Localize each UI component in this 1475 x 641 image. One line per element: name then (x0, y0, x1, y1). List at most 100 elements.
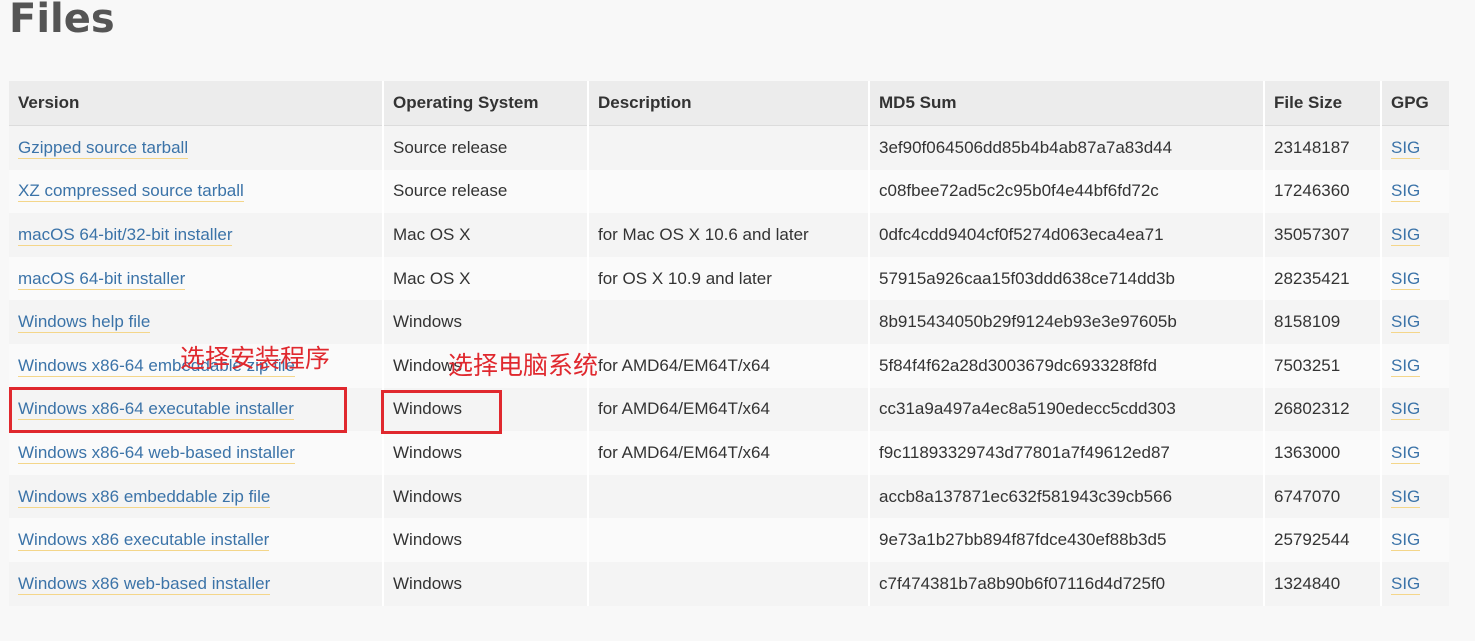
gpg-sig-link[interactable]: SIG (1391, 486, 1421, 508)
table-row: Gzipped source tarball Source release 3ef9… (9, 125, 1449, 170)
column-header-gpg: GPG (1381, 81, 1449, 126)
version-cell: Windows x86-64 web-based installer (9, 431, 384, 475)
file-size-cell: 7503251 (1264, 343, 1382, 388)
annotation-box-os (381, 390, 502, 434)
table-row: Windows help file Windows 8b915434050b29f9… (9, 300, 1449, 344)
description-cell: for Mac OS X 10.6 and later (588, 213, 870, 257)
description-cell (588, 169, 870, 214)
version-link[interactable]: Windows x86-64 web-based installer (18, 442, 295, 464)
version-link[interactable]: Gzipped source tarball (18, 137, 189, 159)
table-row: macOS 64-bit/32-bit installer Mac OS Xfor… (9, 213, 1449, 257)
annotation-label-os: 选择电脑系统 (448, 351, 599, 380)
version-cell: Windows x86 executable installer (9, 518, 384, 562)
os-cell: Source release (383, 169, 589, 214)
file-size-cell: 23148187 (1264, 125, 1382, 170)
os-cell: Windows (383, 518, 589, 562)
description-cell: for OS X 10.9 and later (588, 256, 870, 301)
file-size-cell: 26802312 (1264, 387, 1382, 432)
page-title: Files (9, 0, 115, 42)
md5-cell: 0dfc4cdd9404cf0f5274d063eca4ea71 (869, 213, 1265, 257)
md5-cell: c08fbee72ad5c2c95b0f4e44bf6fd72c (869, 169, 1265, 214)
file-size-cell: 1363000 (1264, 431, 1382, 475)
version-link[interactable]: XZ compressed source tarball (18, 181, 244, 203)
md5-cell: cc31a9a497a4ec8a5190edecc5cdd303 (869, 387, 1265, 432)
version-link[interactable]: Windows x86 executable installer (18, 530, 270, 552)
gpg-cell: SIG (1381, 387, 1449, 432)
gpg-sig-link[interactable]: SIG (1391, 573, 1421, 595)
os-cell: Source release (383, 125, 589, 170)
md5-cell: 57915a926caa15f03ddd638ce714dd3b (869, 256, 1265, 301)
description-cell: for AMD64/EM64T/x64 (588, 387, 870, 432)
gpg-cell: SIG (1381, 300, 1449, 344)
md5-cell: f9c11893329743d77801a7f49612ed87 (869, 431, 1265, 475)
column-header-size: File Size (1264, 81, 1382, 126)
column-header-description: Description (588, 81, 870, 126)
version-link[interactable]: Windows x86 web-based installer (18, 573, 271, 595)
file-size-cell: 8158109 (1264, 300, 1382, 344)
file-size-cell: 28235421 (1264, 256, 1382, 301)
file-size-cell: 35057307 (1264, 213, 1382, 257)
os-cell: Windows (383, 300, 589, 344)
gpg-cell: SIG (1381, 474, 1449, 519)
column-header-os: Operating System (383, 81, 589, 126)
gpg-cell: SIG (1381, 518, 1449, 562)
files-table-header: Version Operating System Description MD5… (9, 81, 1449, 126)
table-row: macOS 64-bit installer Mac OS Xfor OS X 1… (9, 256, 1449, 301)
description-cell (588, 474, 870, 519)
version-link[interactable]: Windows x86 embeddable zip file (18, 486, 271, 508)
gpg-sig-link[interactable]: SIG (1391, 399, 1421, 421)
file-size-cell: 17246360 (1264, 169, 1382, 214)
description-cell (588, 300, 870, 344)
gpg-sig-link[interactable]: SIG (1391, 355, 1421, 377)
version-link[interactable]: macOS 64-bit installer (18, 268, 186, 290)
table-row: XZ compressed source tarball Source relea… (9, 169, 1449, 214)
gpg-cell: SIG (1381, 561, 1449, 606)
table-row: Windows x86 embeddable zip file Windows ac… (9, 474, 1449, 519)
gpg-sig-link[interactable]: SIG (1391, 530, 1421, 552)
downloads-page: Files Version Operating System Descripti… (0, 0, 1475, 641)
file-size-cell: 6747070 (1264, 474, 1382, 519)
annotation-label-installer: 选择安装程序 (180, 344, 331, 373)
version-link[interactable]: Windows help file (18, 312, 151, 334)
md5-cell: 3ef90f064506dd85b4b4ab87a7a83d44 (869, 125, 1265, 170)
version-cell: Windows help file (9, 300, 384, 344)
description-cell (588, 125, 870, 170)
gpg-sig-link[interactable]: SIG (1391, 181, 1421, 203)
file-size-cell: 1324840 (1264, 561, 1382, 606)
column-header-version: Version (9, 81, 384, 126)
gpg-sig-link[interactable]: SIG (1391, 312, 1421, 334)
version-link[interactable]: macOS 64-bit/32-bit installer (18, 224, 233, 246)
description-cell (588, 561, 870, 606)
os-cell: Windows (383, 561, 589, 606)
md5-cell: c7f474381b7a8b90b6f07116d4d725f0 (869, 561, 1265, 606)
gpg-sig-link[interactable]: SIG (1391, 137, 1421, 159)
os-cell: Mac OS X (383, 256, 589, 301)
gpg-sig-link[interactable]: SIG (1391, 442, 1421, 464)
file-size-cell: 25792544 (1264, 518, 1382, 562)
md5-cell: 5f84f4f62a28d3003679dc693328f8fd (869, 343, 1265, 388)
description-cell: for AMD64/EM64T/x64 (588, 431, 870, 475)
gpg-cell: SIG (1381, 169, 1449, 214)
md5-cell: 9e73a1b27bb894f87fdce430ef88b3d5 (869, 518, 1265, 562)
version-cell: Gzipped source tarball (9, 125, 384, 170)
version-cell: Windows x86 web-based installer (9, 561, 384, 606)
gpg-sig-link[interactable]: SIG (1391, 268, 1421, 290)
description-cell: for AMD64/EM64T/x64 (588, 343, 870, 388)
md5-cell: 8b915434050b29f9124eb93e3e97605b (869, 300, 1265, 344)
header-row: Version Operating System Description MD5… (9, 81, 1449, 126)
table-row: Windows x86 web-based installer Windows c7… (9, 561, 1449, 606)
md5-cell: accb8a137871ec632f581943c39cb566 (869, 474, 1265, 519)
gpg-sig-link[interactable]: SIG (1391, 224, 1421, 246)
gpg-cell: SIG (1381, 343, 1449, 388)
table-row: Windows x86 executable installer Windows 9… (9, 518, 1449, 562)
description-cell (588, 518, 870, 562)
column-header-md5: MD5 Sum (869, 81, 1265, 126)
table-row: Windows x86-64 web-based installer Window… (9, 431, 1449, 475)
gpg-cell: SIG (1381, 431, 1449, 475)
os-cell: Windows (383, 431, 589, 475)
gpg-cell: SIG (1381, 125, 1449, 170)
os-cell: Mac OS X (383, 213, 589, 257)
version-cell: XZ compressed source tarball (9, 169, 384, 214)
version-cell: macOS 64-bit/32-bit installer (9, 213, 384, 257)
os-cell: Windows (383, 474, 589, 519)
